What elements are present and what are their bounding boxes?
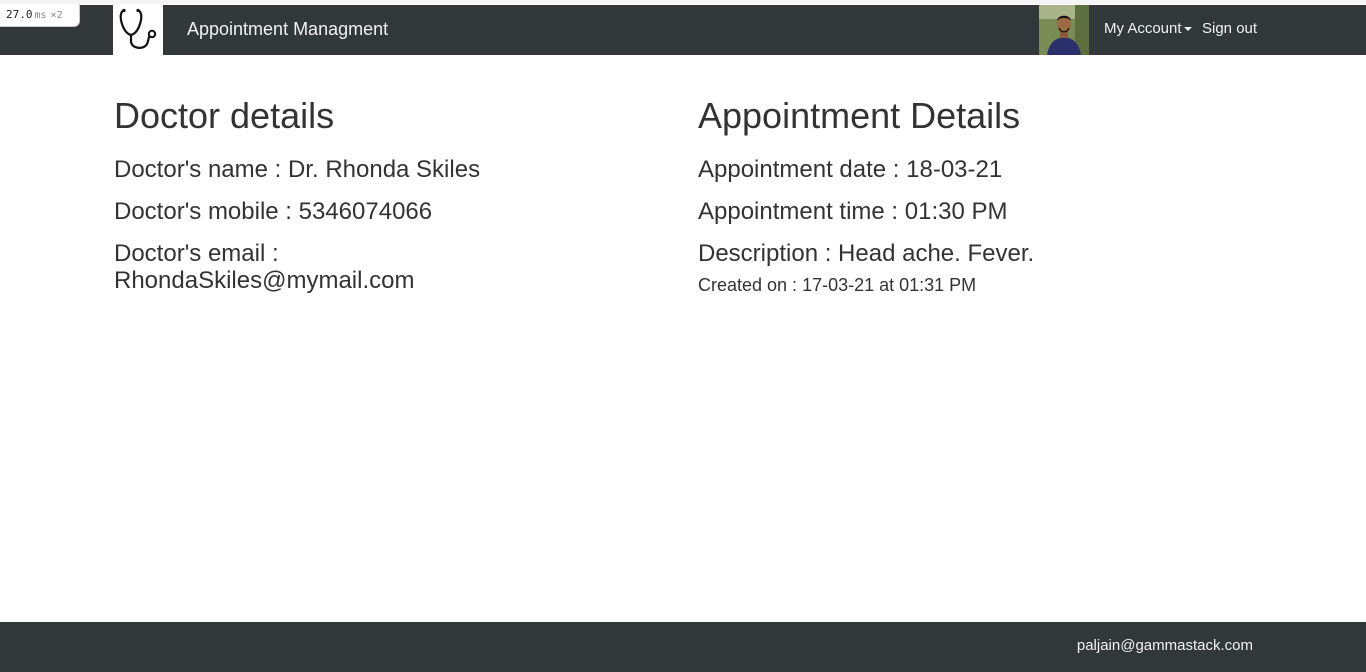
appointment-description: Description : Head ache. Fever. (698, 240, 1035, 267)
my-account-dropdown[interactable]: My Account (1104, 5, 1192, 55)
avatar[interactable] (1039, 5, 1089, 55)
appointment-date: Appointment date : 18-03-21 (698, 156, 1003, 183)
navbar: Appointment Managment My Account Sign ou… (0, 5, 1366, 55)
appointment-created-on: Created on : 17-03-21 at 01:31 PM (698, 275, 977, 295)
doctor-email: Doctor's email : RhondaSkiles@mymail.com (114, 240, 654, 294)
perf-multiplier: ×2 (50, 10, 63, 21)
doctor-details-heading: Doctor details (114, 95, 335, 136)
doctor-mobile: Doctor's mobile : 5346074066 (114, 198, 433, 225)
appointment-time: Appointment time : 01:30 PM (698, 198, 1008, 225)
doctor-name: Doctor's name : Dr. Rhonda Skiles (114, 156, 481, 183)
perf-unit: ms (34, 10, 47, 21)
performance-overlay: 27.0 ms ×2 (0, 4, 80, 27)
appointment-details-heading: Appointment Details (698, 95, 1021, 136)
browser-top-strip (0, 0, 1366, 4)
caret-down-icon (1183, 27, 1192, 32)
doctor-email-label: Doctor's email : (114, 240, 279, 267)
brand-title[interactable]: Appointment Managment (187, 5, 388, 55)
stethoscope-icon (119, 8, 157, 49)
footer-email: paljain@gammastack.com (1076, 637, 1253, 654)
appointment-details-section: Appointment Details Appointment date : 1… (698, 90, 1258, 297)
perf-time: 27.0 (6, 8, 33, 21)
doctor-details-section: Doctor details Doctor's name : Dr. Rhond… (114, 90, 654, 294)
doctor-email-value: RhondaSkiles@mymail.com (114, 267, 415, 294)
sign-out-link[interactable]: Sign out (1202, 5, 1257, 55)
my-account-label: My Account (1104, 20, 1182, 37)
footer: paljain@gammastack.com (0, 622, 1366, 672)
logo[interactable] (113, 5, 163, 55)
